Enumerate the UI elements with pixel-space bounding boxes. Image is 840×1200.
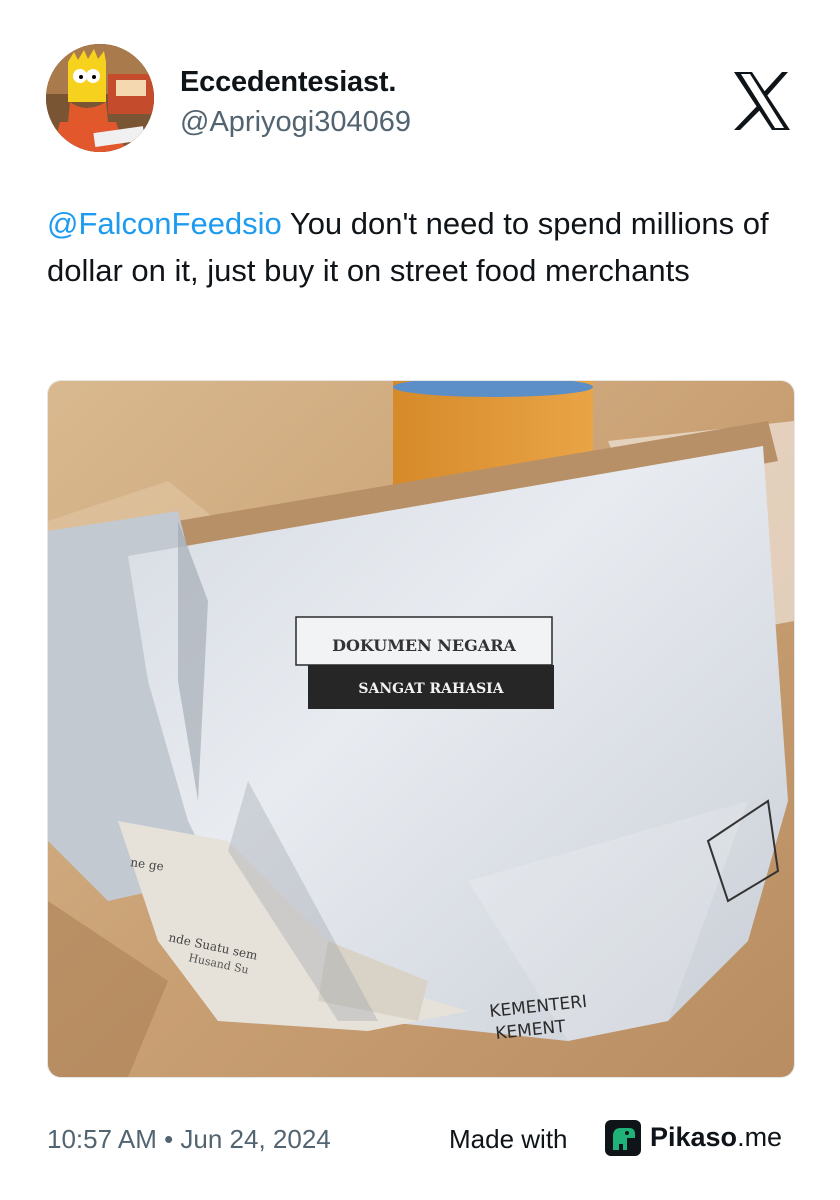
mention-link[interactable]: @FalconFeedsio [47,206,282,241]
avatar[interactable] [46,44,154,152]
brand-name: Pikaso [650,1122,738,1152]
display-name[interactable]: Eccedentesiast. [180,66,396,99]
made-with-label: Made with [449,1124,568,1154]
user-handle[interactable]: @Apriyogi304069 [180,106,411,139]
bart-avatar-icon [46,44,154,152]
tweet-timestamp[interactable]: 10:57 AM • Jun 24, 2024 [47,1124,331,1155]
tweet-image[interactable]: ne ge nde Suatu sem Husand Su DOKUMEN NE… [47,380,795,1078]
brand-tld: .me [737,1122,783,1152]
pikaso-brand[interactable]: Pikaso.me [650,1122,782,1153]
paper-bag-photo: ne ge nde Suatu sem Husand Su DOKUMEN NE… [48,381,794,1077]
tweet-text: @FalconFeedsio You don't need to spend m… [47,200,807,294]
label-line2: SANGAT RAHASIA [358,681,504,697]
x-logo-icon[interactable] [732,70,792,132]
label-line1: DOKUMEN NEGARA [332,636,516,655]
document-label: DOKUMEN NEGARA SANGAT RAHASIA [295,616,554,709]
pikaso-dino-icon [605,1120,641,1156]
